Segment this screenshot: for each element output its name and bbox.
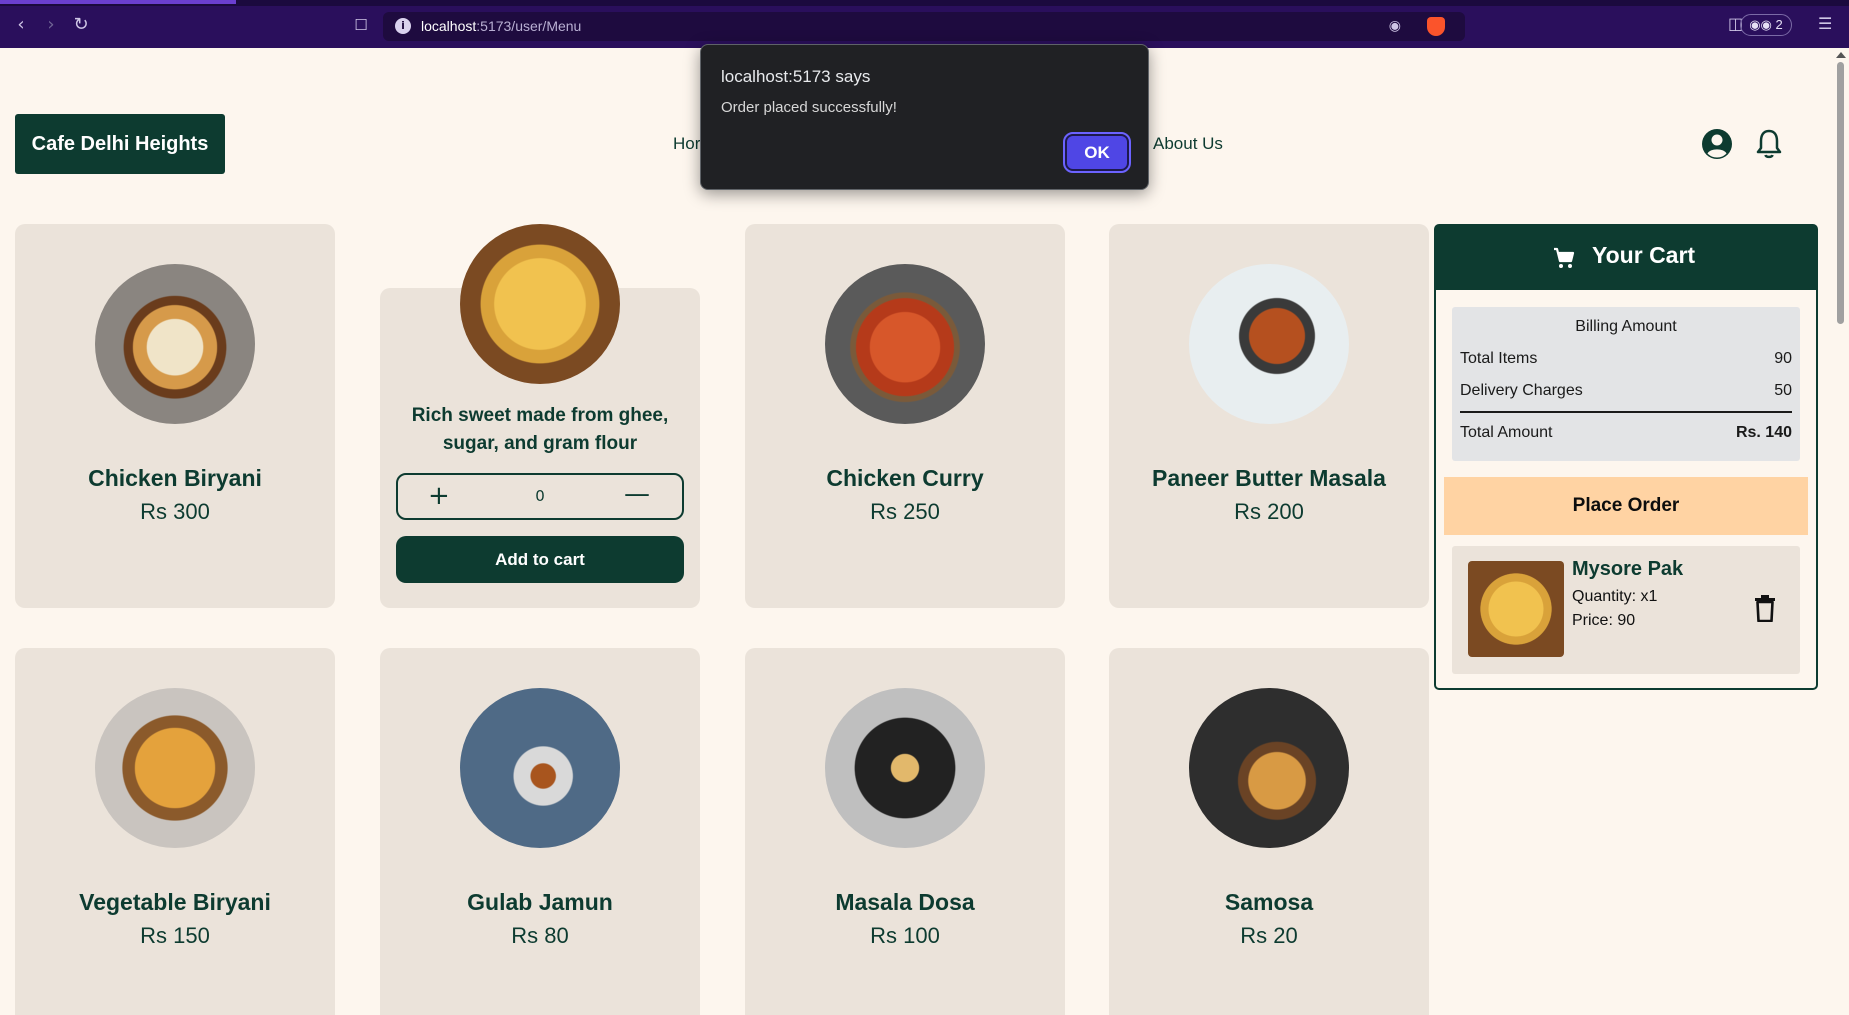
menu-item-description: Rich sweet made from ghee, sugar, and gr… xyxy=(411,405,669,454)
alert-dialog: localhost:5173 says Order placed success… xyxy=(700,44,1149,190)
cart-item-quantity: Quantity: x1 xyxy=(1572,588,1658,605)
food-image xyxy=(95,688,255,848)
food-image xyxy=(460,224,620,384)
menu-icon[interactable]: ☰ xyxy=(1818,14,1832,33)
menu-card-mysore-pak[interactable]: Rich sweet made from ghee, sugar, and gr… xyxy=(380,224,700,608)
location-icon[interactable]: ◉ xyxy=(1389,18,1401,34)
quantity-stepper: + 0 — xyxy=(396,473,684,520)
billing-total-value: Rs. 140 xyxy=(1735,424,1792,441)
menu-item-price: Rs 100 xyxy=(870,923,940,948)
menu-item-name: Samosa xyxy=(1224,889,1314,915)
url-path: :5173/user/Menu xyxy=(476,18,582,34)
menu-item-name: Vegetable Biryani xyxy=(79,889,271,915)
billing-value: 50 xyxy=(1774,382,1792,399)
billing-row-total-items: Total Items 90 xyxy=(1460,350,1792,368)
scrollbar-thumb[interactable] xyxy=(1837,62,1844,324)
menu-item-name: Chicken Biryani xyxy=(88,465,262,491)
page-scrollbar[interactable] xyxy=(1833,48,1849,1015)
url-host: localhost xyxy=(421,18,477,34)
menu-item-price: Rs 250 xyxy=(870,499,940,524)
brand-logo[interactable]: Cafe Delhi Heights xyxy=(15,114,225,174)
ok-button[interactable]: OK xyxy=(1063,132,1131,173)
address-bar[interactable]: i localhost:5173/user/Menu ◉ xyxy=(383,12,1465,41)
url-text[interactable]: localhost:5173/user/Menu xyxy=(421,18,581,34)
shopping-cart-icon xyxy=(1554,247,1575,268)
tab-count-badge[interactable]: ◉◉ 2 xyxy=(1740,14,1792,36)
menu-item-price: Rs 80 xyxy=(511,923,569,948)
menu-card-chicken-curry[interactable]: Chicken Curry Rs 250 xyxy=(745,224,1065,608)
menu-item-name: Paneer Butter Masala xyxy=(1152,465,1386,491)
menu-card-chicken-biryani[interactable]: Chicken Biryani Rs 300 xyxy=(15,224,335,608)
back-icon[interactable]: ‹ xyxy=(10,14,32,36)
site-info-icon[interactable]: i xyxy=(395,18,411,34)
cart-title: Your Cart xyxy=(1592,242,1696,268)
billing-heading: Billing Amount xyxy=(1575,318,1677,335)
glasses-icon: ◉◉ xyxy=(1749,17,1772,32)
menu-item-name: Masala Dosa xyxy=(835,889,975,915)
browser-toolbar: ‹ › ↻ ☐ i localhost:5173/user/Menu ◉ ◫ ◉… xyxy=(0,0,1849,48)
food-image xyxy=(1189,688,1349,848)
billing-row-delivery: Delivery Charges 50 xyxy=(1460,382,1792,400)
notification-bell-icon[interactable] xyxy=(1754,128,1784,160)
cart-item-name: Mysore Pak xyxy=(1572,558,1684,580)
nav-link-about[interactable]: About Us xyxy=(1153,134,1223,154)
cart-item-image xyxy=(1468,561,1564,657)
brave-shields-icon[interactable] xyxy=(1427,17,1445,36)
food-image xyxy=(1189,264,1349,424)
minus-icon[interactable]: — xyxy=(624,479,650,509)
bookmark-icon[interactable]: ☐ xyxy=(350,14,372,36)
menu-item-name: Chicken Curry xyxy=(826,465,984,491)
menu-card-masala-dosa[interactable]: Masala Dosa Rs 100 xyxy=(745,648,1065,1015)
food-image xyxy=(825,688,985,848)
add-to-cart-button[interactable]: Add to cart xyxy=(396,536,684,583)
user-profile-icon[interactable] xyxy=(1701,128,1733,160)
nav-link-home[interactable]: Hor xyxy=(673,134,700,154)
billing-label: Total Amount xyxy=(1460,424,1553,441)
forward-icon[interactable]: › xyxy=(40,14,62,36)
active-tab-indicator[interactable] xyxy=(0,0,236,4)
menu-item-price: Rs 200 xyxy=(1234,499,1304,524)
billing-divider xyxy=(1460,411,1792,413)
billing-label: Total Items xyxy=(1460,350,1538,367)
cart-item-price: Price: 90 xyxy=(1572,612,1636,629)
menu-item-price: Rs 300 xyxy=(140,499,210,524)
billing-row-total: Total Amount Rs. 140 xyxy=(1460,424,1792,442)
cart-item: Mysore Pak Quantity: x1 Price: 90 xyxy=(1452,546,1800,674)
food-image xyxy=(95,264,255,424)
menu-item-price: Rs 20 xyxy=(1240,923,1298,948)
tab-count-value: 2 xyxy=(1775,17,1783,32)
cart-panel: Your Cart Billing Amount Total Items 90 … xyxy=(1434,224,1818,690)
menu-card-vegetable-biryani[interactable]: Vegetable Biryani Rs 150 xyxy=(15,648,335,1015)
place-order-button[interactable]: Place Order xyxy=(1444,477,1808,535)
food-image xyxy=(460,688,620,848)
billing-value: 90 xyxy=(1774,350,1792,367)
menu-card-gulab-jamun[interactable]: Gulab Jamun Rs 80 xyxy=(380,648,700,1015)
menu-item-price: Rs 150 xyxy=(140,923,210,948)
reload-icon[interactable]: ↻ xyxy=(70,14,92,36)
alert-title: localhost:5173 says xyxy=(721,67,871,86)
menu-card-samosa[interactable]: Samosa Rs 20 xyxy=(1109,648,1429,1015)
menu-card-paneer-butter-masala[interactable]: Paneer Butter Masala Rs 200 xyxy=(1109,224,1429,608)
scroll-up-arrow-icon[interactable] xyxy=(1836,52,1846,58)
billing-summary: Billing Amount Total Items 90 Delivery C… xyxy=(1452,307,1800,461)
cart-header: Your Cart xyxy=(1436,226,1816,290)
billing-label: Delivery Charges xyxy=(1460,382,1583,399)
alert-message: Order placed successfully! xyxy=(721,99,897,116)
delete-icon[interactable] xyxy=(1754,594,1776,622)
food-image xyxy=(825,264,985,424)
menu-item-name: Gulab Jamun xyxy=(467,889,613,915)
tab-strip xyxy=(0,0,1849,6)
